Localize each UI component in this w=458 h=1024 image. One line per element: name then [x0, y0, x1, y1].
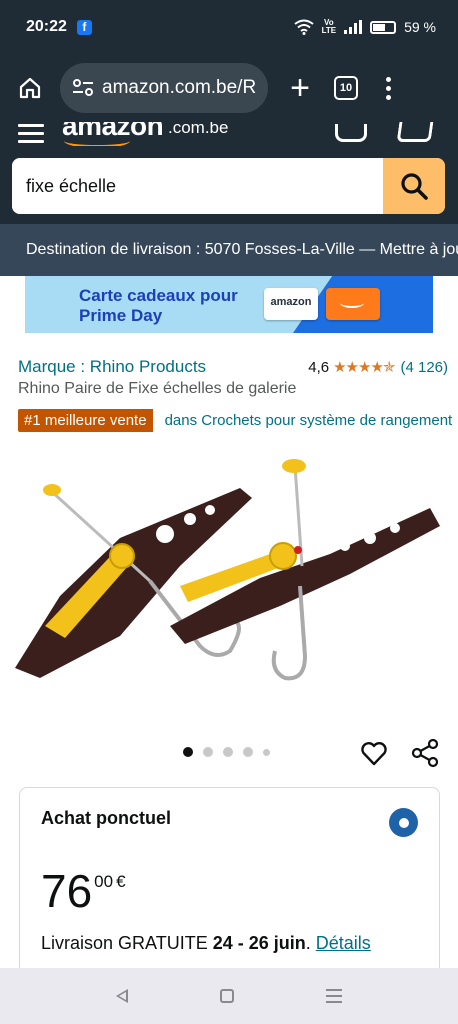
carousel-dot[interactable] [263, 748, 270, 756]
banner-line-1: Carte cadeaux pour [79, 286, 238, 305]
wifi-icon [293, 19, 314, 35]
status-indicators: Vo LTE 59 % [293, 18, 436, 35]
amazon-header: amazon .com.be Destination de livraison … [0, 122, 458, 276]
status-time: 20:22 [26, 18, 67, 35]
volte-indicator: Vo LTE [321, 18, 337, 35]
site-settings-icon[interactable] [72, 78, 94, 98]
account-icon[interactable] [335, 124, 367, 142]
carousel-dot[interactable] [243, 747, 253, 757]
logo-domain: .com.be [168, 122, 229, 137]
share-button[interactable] [410, 738, 440, 768]
home-nav-icon[interactable] [220, 989, 234, 1003]
facebook-notification-icon: f [76, 19, 92, 35]
carousel-dot-active[interactable] [183, 747, 193, 757]
best-seller-row: #1 meilleure vente dans Crochets pour sy… [18, 407, 458, 433]
price-fraction: 00 [94, 872, 114, 891]
search-box [12, 158, 445, 214]
logo-smile-icon [64, 134, 130, 146]
new-tab-button[interactable]: + [268, 69, 332, 108]
star-rating-icon[interactable]: ★★★★✯ [333, 358, 395, 376]
heart-icon [361, 742, 387, 766]
banner-line-2: Prime Day [79, 306, 163, 325]
price-whole: 76 [41, 865, 93, 917]
prime-day-gift-card-banner[interactable]: Carte cadeaux pour Prime Day amazon [25, 276, 433, 333]
best-seller-category-link[interactable]: dans Crochets pour système de rangement [165, 412, 453, 429]
overflow-menu-icon[interactable] [358, 76, 418, 100]
shipping-prefix: Livraison GRATUITE [41, 933, 213, 953]
carousel-dot[interactable] [223, 747, 233, 757]
shipping-info: Livraison GRATUITE 24 - 26 juin. Détails [41, 933, 371, 954]
logo-row: amazon .com.be [0, 122, 458, 146]
recents-icon[interactable] [326, 989, 342, 1003]
home-icon [19, 77, 41, 99]
one-time-purchase-box[interactable]: Achat ponctuel 76 00 € Livraison GRATUIT… [19, 787, 440, 987]
product-image[interactable] [0, 446, 458, 722]
brand-link[interactable]: Marque : Rhino Products [18, 357, 206, 377]
carousel-dot[interactable] [203, 747, 213, 757]
delivery-text: Destination de livraison : 5070 Fosses-L… [26, 241, 458, 258]
ladder-clamp-image [15, 459, 440, 681]
brand-rating-row: Marque : Rhino Products 4,6 ★★★★✯ (4 126… [18, 356, 448, 378]
plus-icon: + [290, 68, 310, 107]
battery-icon [370, 20, 397, 34]
delivery-location-bar[interactable]: Destination de livraison : 5070 Fosses-L… [0, 224, 458, 276]
address-bar[interactable]: amazon.com.be/R [60, 63, 268, 113]
image-carousel-dots[interactable] [183, 747, 270, 757]
wishlist-button[interactable] [360, 739, 388, 767]
gift-card-image: amazon [264, 288, 318, 320]
home-button[interactable] [0, 54, 60, 122]
rating-value: 4,6 [308, 358, 330, 376]
purchase-option-title: Achat ponctuel [41, 808, 172, 828]
search-button[interactable] [383, 158, 445, 214]
product-title: Rhino Paire de Fixe échelles de galerie [18, 380, 297, 397]
status-bar: 20:22 f Vo LTE 59 % [0, 0, 458, 54]
battery-level: 59 % [404, 19, 436, 35]
cart-icon[interactable] [396, 122, 434, 142]
rating-count-link[interactable]: (4 126) [400, 359, 448, 376]
signal-icon [344, 20, 363, 34]
browser-toolbar: amazon.com.be/R + 10 [0, 54, 458, 122]
shipping-dates: 24 - 26 juin [212, 933, 306, 953]
back-icon[interactable] [116, 989, 128, 1003]
purchase-option-radio[interactable] [389, 808, 418, 837]
hamburger-icon[interactable] [18, 124, 44, 146]
price: 76 00 € [41, 866, 126, 916]
search-input[interactable] [12, 158, 383, 214]
shipping-suffix: . [305, 933, 316, 953]
search-icon [401, 173, 428, 200]
best-seller-badge[interactable]: #1 meilleure vente [18, 408, 153, 432]
banner-text: Carte cadeaux pour Prime Day [79, 286, 238, 326]
tabs-icon[interactable]: 10 [334, 76, 358, 100]
details-link[interactable]: Détails [316, 933, 371, 953]
system-navigation-bar [0, 968, 458, 1024]
gift-card-orange-image [326, 288, 380, 320]
url-text: amazon.com.be/R [102, 77, 257, 98]
share-icon [411, 738, 439, 768]
price-currency: € [116, 872, 126, 891]
